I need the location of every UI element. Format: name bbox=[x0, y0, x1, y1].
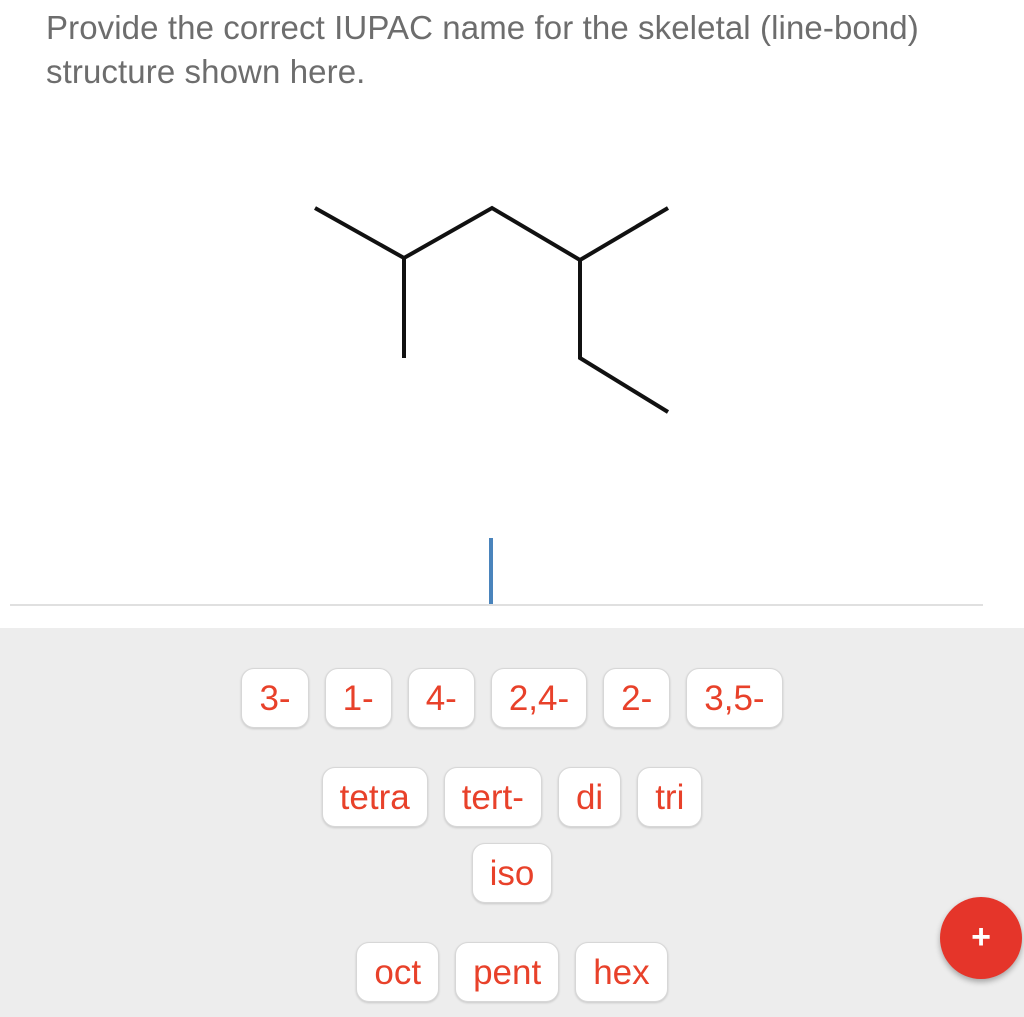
answer-tile[interactable]: 3- bbox=[241, 668, 309, 728]
answer-tile[interactable]: 4- bbox=[407, 668, 475, 728]
answer-tile[interactable]: di bbox=[557, 767, 622, 827]
methyl-branch-right bbox=[578, 206, 670, 262]
answer-tile[interactable]: iso bbox=[471, 843, 553, 903]
add-button[interactable]: + bbox=[940, 897, 1022, 979]
answer-input-row[interactable] bbox=[0, 530, 1024, 610]
tile-row-locants: 3- 1- 4- 2,4- 2- 3,5- bbox=[0, 668, 1024, 728]
question-prompt: Provide the correct IUPAC name for the s… bbox=[46, 9, 919, 90]
answer-tile[interactable]: 2- bbox=[603, 668, 671, 728]
bond-lines bbox=[314, 205, 670, 414]
answer-tile[interactable]: tetra bbox=[321, 767, 428, 827]
answer-tile[interactable]: oct bbox=[356, 942, 440, 1002]
answer-tile[interactable]: 2,4- bbox=[490, 668, 588, 728]
tile-row-multipliers: tetra tert-di tri bbox=[0, 767, 1024, 827]
answer-tile-panel: 3- 1- 4- 2,4- 2- 3,5- tetra tert-di tri iso oct… bbox=[0, 628, 1024, 1017]
tile-row-stems: oct pent hex bbox=[0, 942, 1024, 1002]
skeletal-structure-svg bbox=[314, 205, 670, 414]
question-answer-area: Provide the correct IUPAC name for the s… bbox=[0, 0, 1024, 628]
skeletal-structure-figure bbox=[0, 150, 1024, 470]
plus-icon: + bbox=[971, 918, 991, 956]
answer-tile[interactable]: 1- bbox=[324, 668, 392, 728]
answer-tile[interactable]: tert- bbox=[443, 767, 542, 827]
answer-input-underline bbox=[10, 604, 983, 606]
answer-tile[interactable]: 3,5- bbox=[686, 668, 783, 728]
answer-tile[interactable]: hex bbox=[575, 942, 668, 1002]
text-caret bbox=[489, 538, 493, 606]
tile-row-prefixes: iso bbox=[0, 843, 1024, 903]
answer-tile[interactable]: tri bbox=[637, 767, 703, 827]
answer-tile[interactable]: pent bbox=[455, 942, 560, 1002]
